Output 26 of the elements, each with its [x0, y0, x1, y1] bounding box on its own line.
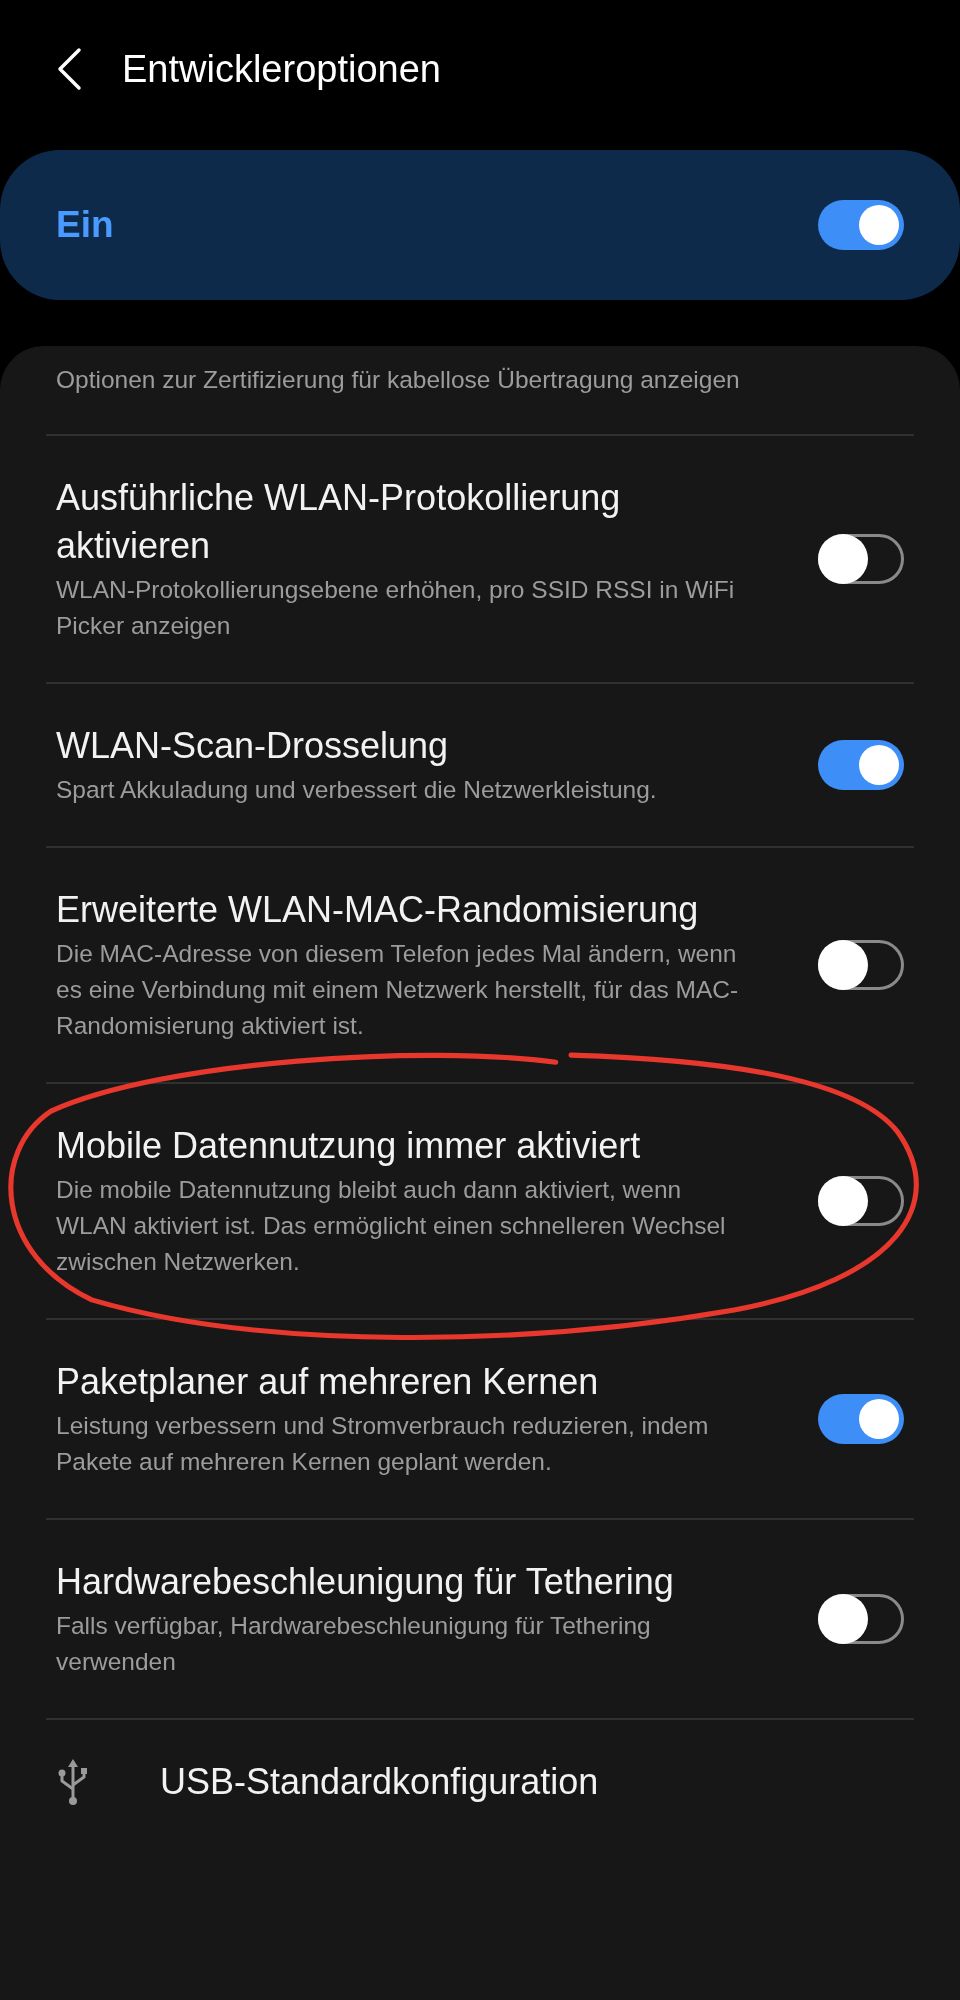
toggle-switch[interactable]: [818, 1394, 904, 1444]
setting-title: WLAN-Scan-Drosselung: [56, 724, 450, 768]
setting-description: Leistung verbessern und Stromverbrauch reduzieren, indem Pakete auf mehreren Kernen geplant werden.: [56, 1411, 710, 1477]
setting-description: Spart Akkuladung und verbessert die Netzwerkleistung.: [56, 775, 658, 805]
setting-description: Optionen zur Zertifizierung für kabellose Übertragung anzeigen: [56, 365, 741, 395]
toggle-switch[interactable]: [818, 1594, 904, 1644]
setting-title: Erweiterte WLAN-MAC-Randomisierung: [56, 888, 700, 932]
toggle-switch[interactable]: [818, 940, 904, 990]
setting-description: WLAN-Protokollierungsebene erhöhen, pro SSID RSSI in WiFi Picker anzeigen: [56, 575, 736, 641]
setting-title: Paketplaner auf mehreren Kernen: [56, 1360, 600, 1404]
setting-title: Hardwarebeschleunigung für Tethering: [56, 1560, 675, 1604]
setting-description: Falls verfügbar, Hardwarebeschleunigung für Tethering verwenden: [56, 1611, 652, 1677]
master-switch-bar[interactable]: Ein: [0, 150, 960, 300]
setting-title: Mobile Datennutzung immer aktiviert: [56, 1124, 642, 1168]
page-title: Entwickleroptionen: [122, 46, 441, 92]
toggle-switch[interactable]: [818, 534, 904, 584]
master-label: Ein: [56, 203, 114, 248]
toggle-switch[interactable]: [818, 1176, 904, 1226]
setting-title: USB-Standardkonfiguration: [160, 1760, 600, 1804]
toggle-switch[interactable]: [818, 200, 904, 250]
setting-description: Die MAC-Adresse von diesem Telefon jedes Mal ändern, wenn es eine Verbindung mit einem Netzwerk herstellt, für das MAC-Randomisierung aktiviert ist.: [56, 939, 740, 1041]
back-icon[interactable]: [56, 47, 82, 91]
usb-icon: [56, 1759, 90, 1805]
toggle-switch[interactable]: [818, 740, 904, 790]
setting-description: Die mobile Datennutzung bleibt auch dann aktiviert, wenn WLAN aktiviert ist. Das ermöglicht einen schnelleren Wechsel zwischen Netzwerken.: [56, 1175, 727, 1277]
setting-title: Ausführliche WLAN-Protokollierung aktivieren: [56, 476, 622, 568]
